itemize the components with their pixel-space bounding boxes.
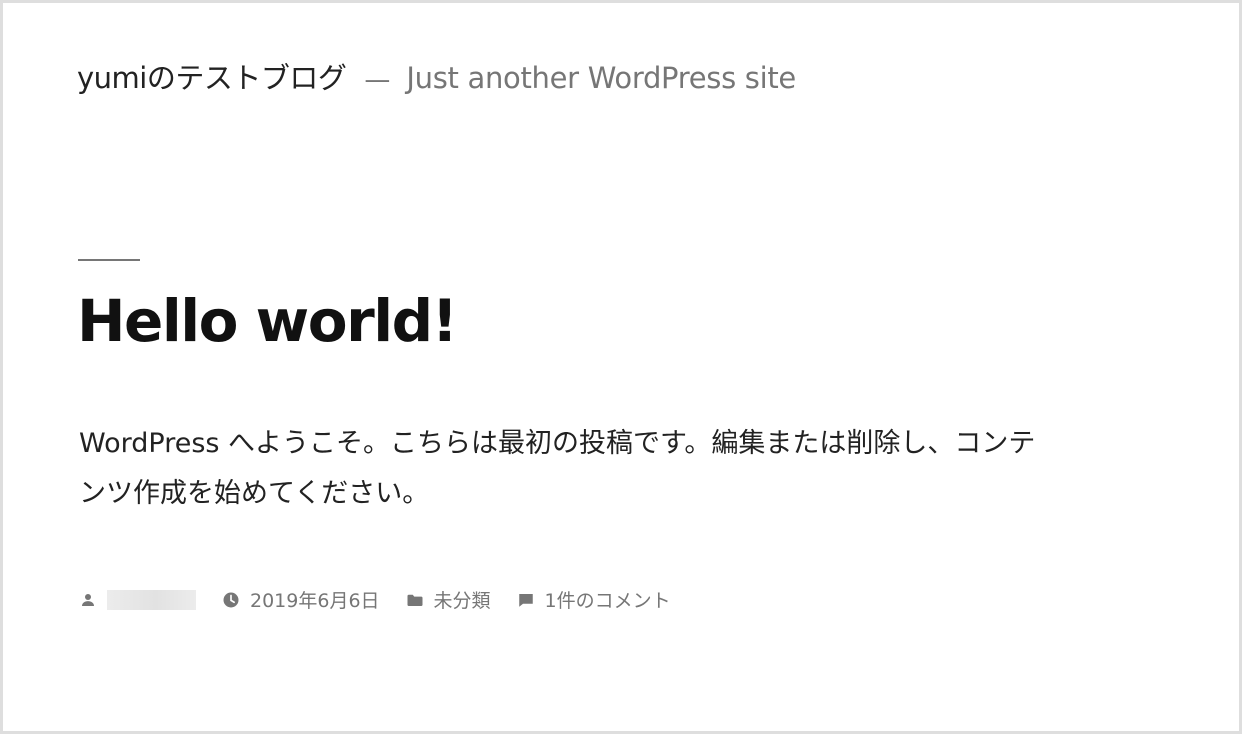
author-meta [79, 589, 196, 610]
category-meta: 未分類 [406, 586, 491, 613]
comments-link[interactable]: 1件のコメント [545, 586, 671, 613]
person-icon [79, 591, 97, 609]
site-header: yumiのテストブログ — Just another WordPress sit… [77, 55, 796, 97]
post-content: WordPress へようこそ。こちらは最初の投稿です。編集または削除し、コンテ… [79, 428, 1036, 509]
title-separator: — [364, 65, 391, 95]
title-divider [78, 259, 140, 261]
page-frame: yumiのテストブログ — Just another WordPress sit… [0, 0, 1242, 734]
post-date-link[interactable]: 2019年6月6日 [250, 586, 380, 613]
author-link-redacted[interactable] [107, 589, 196, 610]
clock-icon [222, 591, 240, 609]
comments-meta: 1件のコメント [517, 586, 671, 613]
folder-icon [406, 591, 424, 609]
site-title-link[interactable]: yumiのテストブログ [77, 55, 347, 97]
post-title: Hello world! [77, 287, 458, 355]
post-meta: 2019年6月6日 未分類 1件のコメント [79, 586, 697, 613]
comment-icon [517, 591, 535, 609]
date-meta: 2019年6月6日 [222, 586, 380, 613]
site-description: Just another WordPress site [406, 61, 796, 95]
category-link[interactable]: 未分類 [434, 586, 491, 613]
